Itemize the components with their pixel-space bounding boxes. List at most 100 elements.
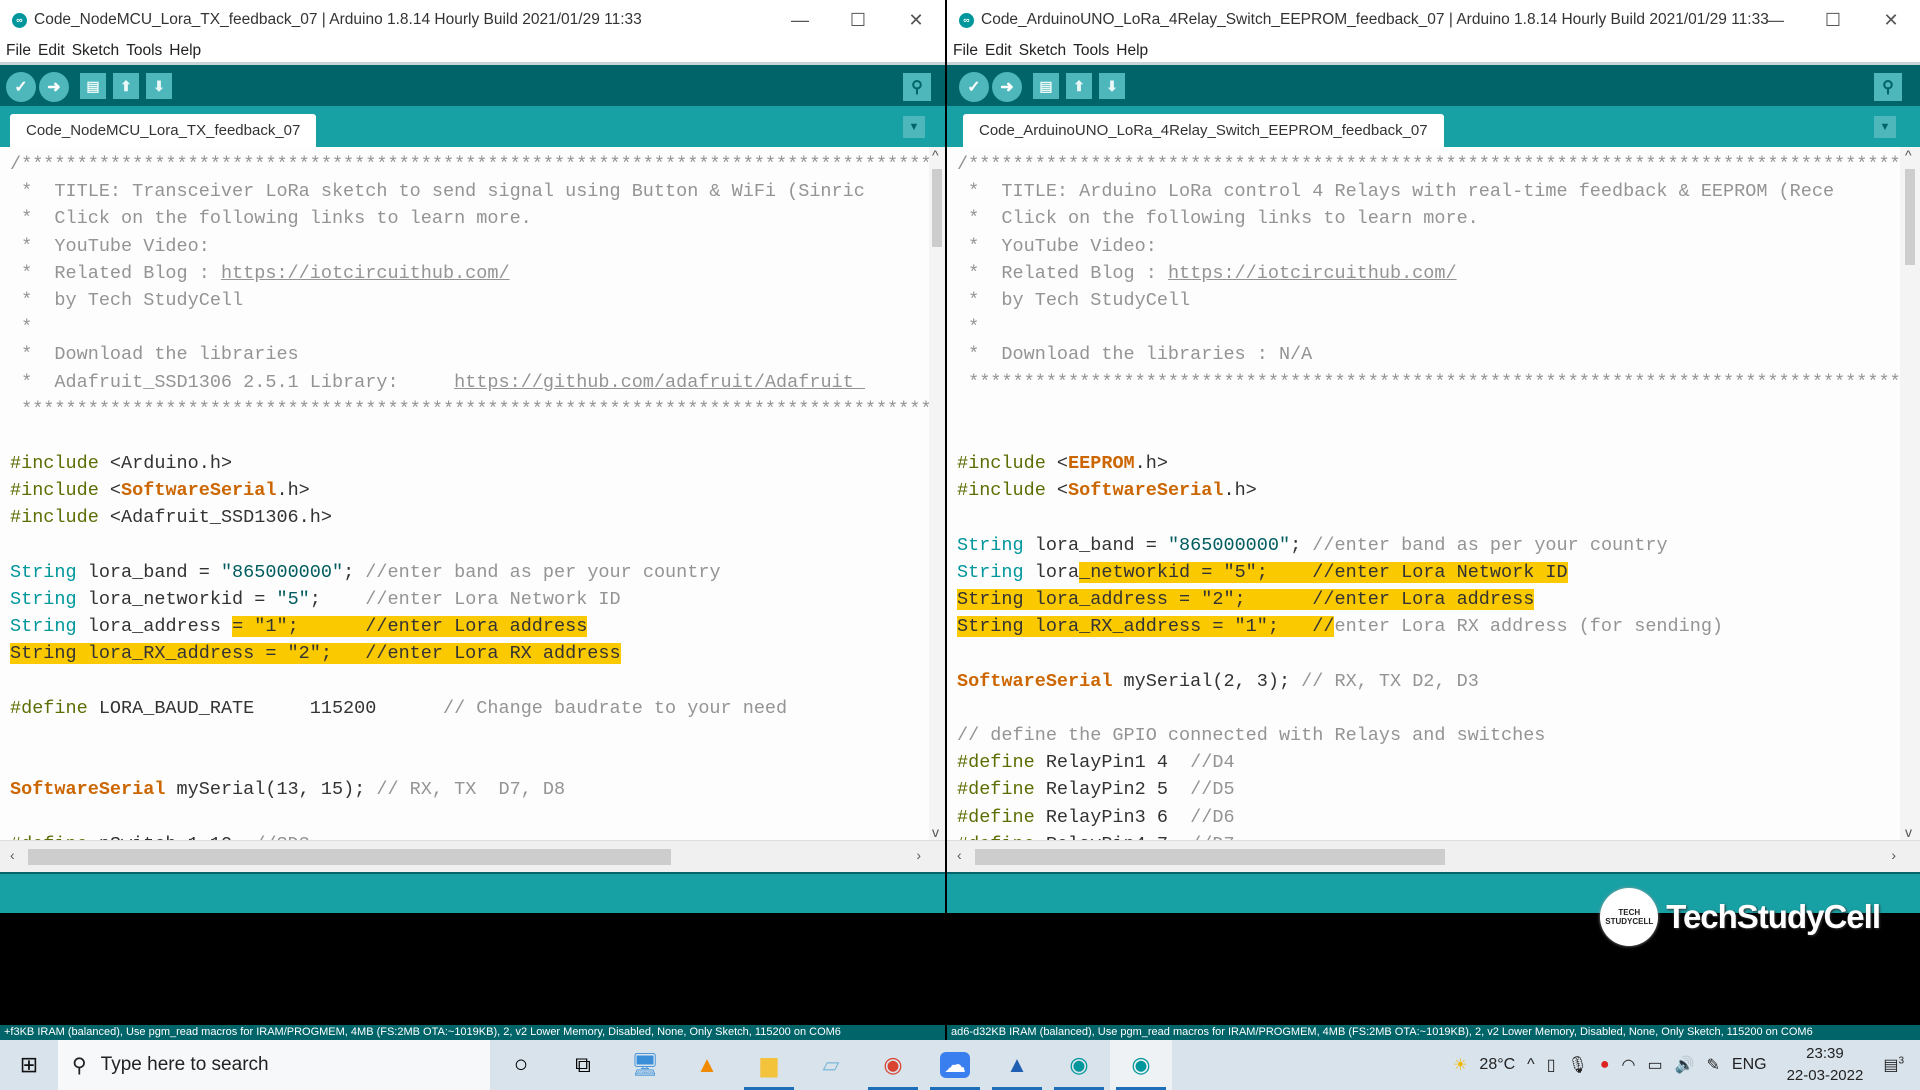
code-token: //enter band as per your country <box>1312 534 1668 556</box>
menu-help[interactable]: Help <box>169 42 201 60</box>
save-button[interactable]: ⬇ <box>1099 73 1125 99</box>
menu-edit[interactable]: Edit <box>985 42 1012 60</box>
maximize-button[interactable]: ☐ <box>1804 0 1862 40</box>
clock[interactable]: 23:39 22-03-2022 <box>1787 1043 1864 1087</box>
record-icon[interactable]: ● <box>1600 1056 1610 1074</box>
vertical-scrollbar[interactable]: ^ v <box>1900 147 1920 840</box>
task-view-button[interactable]: ⧉ <box>552 1040 614 1090</box>
scroll-right-icon[interactable]: › <box>1891 847 1896 863</box>
scroll-up-icon[interactable]: ^ <box>1905 147 1912 163</box>
tab-sketch[interactable]: Code_NodeMCU_Lora_TX_feedback_07 <box>10 114 317 147</box>
scroll-down-icon[interactable]: v <box>932 824 939 840</box>
pen-icon[interactable]: ✎ <box>1707 1055 1720 1075</box>
scroll-up-icon[interactable]: ^ <box>932 147 939 163</box>
code-line: * <box>947 314 1900 341</box>
cloud-app-button[interactable]: ☁ <box>924 1040 986 1090</box>
code-line: ****************************************… <box>947 369 1900 396</box>
scroll-thumb[interactable] <box>1905 169 1915 265</box>
scroll-down-icon[interactable]: v <box>1905 824 1912 840</box>
open-button[interactable]: ⬆ <box>1066 73 1092 99</box>
triangle-down-icon: ▼ <box>908 121 920 133</box>
upload-button[interactable]: ➜ <box>992 72 1022 102</box>
code-editor[interactable]: /***************************************… <box>947 147 1900 840</box>
open-button[interactable]: ⬆ <box>113 73 139 99</box>
scroll-left-icon[interactable]: ‹ <box>957 847 962 863</box>
menu-tools[interactable]: Tools <box>1073 42 1109 60</box>
vertical-scrollbar[interactable]: ^ v <box>929 147 945 840</box>
vlc-button[interactable]: ▲ <box>676 1040 738 1090</box>
save-button[interactable]: ⬇ <box>146 73 172 99</box>
volume-icon[interactable]: 🔊 <box>1675 1055 1695 1075</box>
window-title: Code_ArduinoUNO_LoRa_4Relay_Switch_EEPRO… <box>981 11 1769 28</box>
battery-icon[interactable]: ▭ <box>1647 1055 1662 1075</box>
close-button[interactable]: ✕ <box>1862 0 1920 40</box>
upload-button[interactable]: ➜ <box>39 72 69 102</box>
menu-tools[interactable]: Tools <box>126 42 162 60</box>
serial-monitor-button[interactable]: ⚲ <box>1874 73 1902 101</box>
menu-sketch[interactable]: Sketch <box>1019 42 1066 60</box>
language-indicator[interactable]: ENG <box>1732 1056 1767 1074</box>
microphone-icon[interactable]: 🎙 <box>1568 1055 1588 1075</box>
menu-edit[interactable]: Edit <box>38 42 65 60</box>
start-button[interactable]: ⊞ <box>0 1040 58 1090</box>
arduino-logo-icon: ∞ <box>959 12 974 28</box>
notification-icon[interactable]: ▤3 <box>1883 1055 1904 1075</box>
new-button[interactable]: ▤ <box>1033 73 1059 99</box>
menu-file[interactable]: File <box>6 42 31 60</box>
code-token: lora_band = <box>76 561 221 583</box>
scroll-right-icon[interactable]: › <box>916 847 921 863</box>
scroll-thumb[interactable] <box>932 169 942 247</box>
scroll-left-icon[interactable]: ‹ <box>10 847 15 863</box>
code-link[interactable]: https://iotcircuithub.com/ <box>221 263 510 284</box>
code-line: String lora_networkid = "5"; //enter Lor… <box>0 586 929 613</box>
minimize-button[interactable]: — <box>771 0 829 40</box>
file-explorer-button[interactable]: ▆ <box>738 1040 800 1090</box>
code-line: SoftwareSerial mySerial(2, 3); // RX, TX… <box>947 668 1900 695</box>
code-link[interactable]: https://github.com/adafruit/Adafruit_ <box>454 372 865 393</box>
code-link[interactable]: https://iotcircuithub.com/ <box>1168 263 1457 284</box>
code-token: #define <box>957 752 1035 774</box>
chevron-up-icon[interactable]: ^ <box>1527 1056 1535 1074</box>
wifi-icon[interactable]: ◠ <box>1621 1055 1635 1075</box>
arduino-taskbar-button-1[interactable]: ◉ <box>1048 1040 1110 1090</box>
cortana-button[interactable]: ○ <box>490 1040 552 1090</box>
code-token: * Click on the following links to learn … <box>10 208 532 230</box>
notepad-button[interactable]: ▱ <box>800 1040 862 1090</box>
this-pc-button[interactable]: 🖥 <box>614 1040 676 1090</box>
code-editor[interactable]: /***************************************… <box>0 147 929 840</box>
taskbar-search[interactable]: ⚲ Type here to search <box>58 1040 490 1090</box>
verify-button[interactable]: ✓ <box>6 72 36 102</box>
tab-menu-button[interactable]: ▼ <box>1874 116 1896 138</box>
tab-sketch[interactable]: Code_ArduinoUNO_LoRa_4Relay_Switch_EEPRO… <box>963 114 1444 147</box>
maximize-button[interactable]: ☐ <box>829 0 887 40</box>
serial-monitor-button[interactable]: ⚲ <box>903 73 931 101</box>
menu-sketch[interactable]: Sketch <box>72 42 119 60</box>
menu-help[interactable]: Help <box>1116 42 1148 60</box>
weather-icon[interactable]: ☀ <box>1453 1055 1467 1075</box>
new-button[interactable]: ▤ <box>80 73 106 99</box>
h-scroll-thumb[interactable] <box>975 849 1445 865</box>
horizontal-scrollbar[interactable]: ‹ › <box>0 840 945 872</box>
code-token: * Download the libraries : N/A <box>957 344 1313 366</box>
weather-temp[interactable]: 28°C <box>1479 1056 1515 1074</box>
folder-icon: ▆ <box>760 1052 778 1077</box>
menu-file[interactable]: File <box>953 42 978 60</box>
code-line: #define RelayPin2 5 //D5 <box>947 776 1900 803</box>
verify-button[interactable]: ✓ <box>959 72 989 102</box>
code-token: SoftwareSerial <box>1068 480 1224 502</box>
chrome-button[interactable]: ◉ <box>862 1040 924 1090</box>
arduino-taskbar-button-2[interactable]: ◉ <box>1110 1040 1172 1090</box>
h-scroll-thumb[interactable] <box>28 849 671 865</box>
camera-icon[interactable]: ▯ <box>1547 1055 1556 1075</box>
close-button[interactable]: ✕ <box>887 0 945 40</box>
code-token: //D5 <box>1190 779 1235 801</box>
tab-menu-button[interactable]: ▼ <box>903 116 925 138</box>
minimize-button[interactable]: — <box>1746 0 1804 40</box>
horizontal-scrollbar[interactable]: ‹ › <box>947 840 1920 872</box>
code-token: <Adafruit_SSD1306.h> <box>109 507 332 529</box>
photos-button[interactable]: ▲ <box>986 1040 1048 1090</box>
code-token: * by Tech StudyCell <box>957 289 1191 311</box>
code-token: "865000000" <box>1167 534 1291 556</box>
